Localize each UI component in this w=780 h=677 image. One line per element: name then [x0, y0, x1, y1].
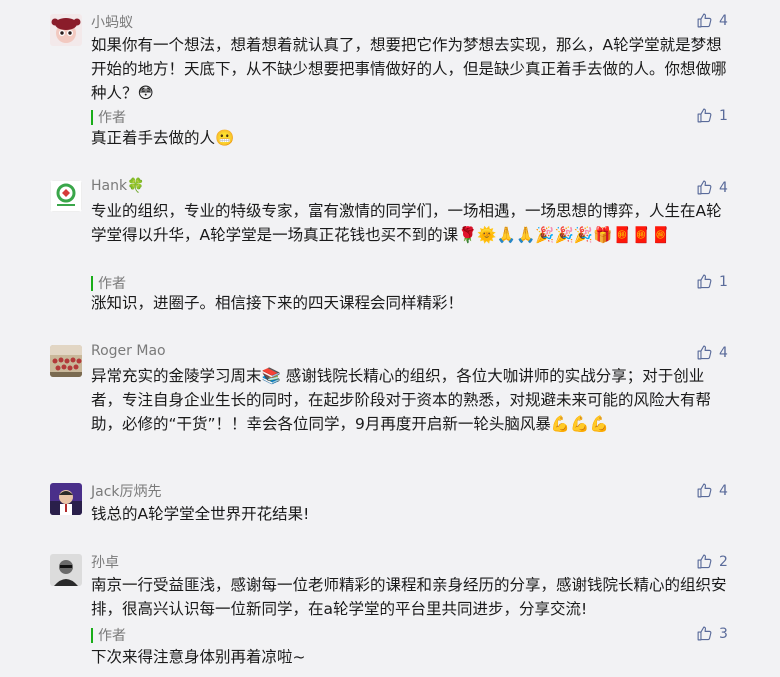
reply-like-button[interactable]: 1 [696, 107, 728, 124]
author-reply-text: 真正着手去做的人😬 [91, 129, 235, 147]
like-count: 4 [719, 179, 728, 196]
author-reply-text: 涨知识，进圈子。相信接下来的四天课程会同样精彩！ [91, 294, 464, 312]
author-marker [91, 275, 93, 291]
thumbs-up-icon [697, 13, 712, 28]
reply-like-button[interactable]: 3 [696, 625, 728, 642]
comment-feed: 小蚂蚁 4 如果你有一个想法，想着想着就认真了，想要把它作为梦想去实现，那么，A… [0, 0, 780, 677]
comment-text: 钱总的A轮学堂全世界开花结果! [91, 505, 310, 523]
like-count: 2 [719, 553, 728, 570]
like-button[interactable]: 4 [696, 482, 728, 499]
thumbs-up-icon [697, 108, 712, 123]
thumbs-up-icon [697, 483, 712, 498]
like-button[interactable]: 4 [696, 344, 728, 361]
avatar[interactable] [50, 554, 82, 586]
comment-username[interactable]: Roger Mao [91, 343, 166, 359]
thumbs-up-icon [697, 274, 712, 289]
author-marker [91, 109, 93, 125]
comment-username[interactable]: Hank🍀 [91, 178, 145, 194]
author-reply-label: 作者 [91, 625, 126, 645]
avatar[interactable] [50, 345, 82, 377]
comment-username[interactable]: 小蚂蚁 [91, 12, 133, 32]
like-count: 4 [719, 482, 728, 499]
like-button[interactable]: 4 [696, 179, 728, 196]
avatar[interactable] [50, 483, 82, 515]
avatar[interactable] [50, 180, 82, 212]
like-button[interactable]: 2 [696, 553, 728, 570]
comment-username[interactable]: Jack厉炳先 [91, 481, 162, 501]
author-reply-label: 作者 [91, 273, 126, 293]
comment-text: 专业的组织，专业的特级专家，富有激情的同学们，一场相遇，一场思想的博弈，人生在A… [91, 202, 722, 244]
like-count: 4 [719, 344, 728, 361]
avatar[interactable] [50, 14, 82, 46]
thumbs-up-icon [697, 554, 712, 569]
like-count: 4 [719, 12, 728, 29]
comment-text: 异常充实的金陵学习周末📚 感谢钱院长精心的组织，各位大咖讲师的实战分享；对于创业… [91, 367, 712, 433]
thumbs-up-icon [697, 626, 712, 641]
author-reply-text: 下次来得注意身体别再着凉啦~ [91, 648, 306, 666]
reply-like-button[interactable]: 1 [696, 273, 728, 290]
like-count: 1 [719, 273, 728, 290]
like-count: 1 [719, 107, 728, 124]
comment-text: 南京一行受益匪浅，感谢每一位老师精彩的课程和亲身经历的分享，感谢钱院长精心的组织… [91, 576, 727, 618]
like-button[interactable]: 4 [696, 12, 728, 29]
like-count: 3 [719, 625, 728, 642]
comment-text: 如果你有一个想法，想着想着就认真了，想要把它作为梦想去实现，那么，A轮学堂就是梦… [91, 36, 727, 102]
author-marker [91, 627, 93, 643]
author-reply-label: 作者 [91, 107, 126, 127]
comment-username[interactable]: 孙卓 [91, 552, 119, 572]
thumbs-up-icon [697, 180, 712, 195]
thumbs-up-icon [697, 345, 712, 360]
